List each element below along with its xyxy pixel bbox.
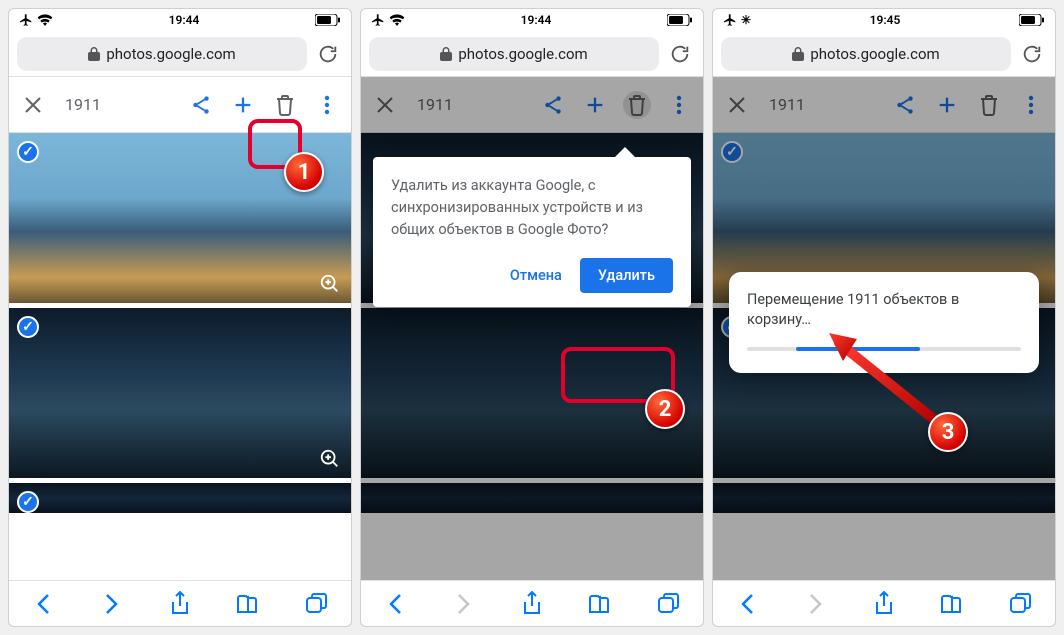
lock-icon: [792, 47, 804, 61]
photo-item[interactable]: ✓: [9, 308, 351, 483]
close-selection-button[interactable]: [19, 91, 47, 119]
forward-button: [801, 589, 831, 619]
lock-icon: [440, 47, 452, 61]
progress-dialog: Перемещение 1911 объектов в корзину…: [729, 272, 1039, 373]
cancel-button[interactable]: Отмена: [510, 267, 562, 284]
url-text: photos.google.com: [106, 45, 235, 63]
airplane-icon: [19, 13, 33, 27]
url-field[interactable]: photos.google.com: [17, 37, 307, 71]
reload-button[interactable]: [313, 39, 343, 69]
dim-overlay: [361, 77, 703, 580]
safari-bottom-bar: [9, 580, 351, 626]
reload-button[interactable]: [1017, 39, 1047, 69]
share-button[interactable]: [517, 589, 547, 619]
loading-icon: ✳︎: [741, 13, 751, 27]
photo-grid[interactable]: ✓ ✓ ✓: [9, 133, 351, 580]
wifi-icon: [37, 14, 53, 26]
url-field[interactable]: photos.google.com: [721, 37, 1011, 71]
bookmarks-button[interactable]: [233, 589, 263, 619]
photo-item[interactable]: ✓: [9, 483, 351, 518]
status-bar: 19:44: [361, 9, 703, 31]
reload-button[interactable]: [665, 39, 695, 69]
url-field[interactable]: photos.google.com: [369, 37, 659, 71]
safari-bottom-bar: [361, 580, 703, 626]
photo-item[interactable]: ✓: [9, 133, 351, 308]
screen-3: ✳︎ 19:45 photos.google.com 1911: [712, 8, 1056, 627]
bookmarks-button[interactable]: [585, 589, 615, 619]
share-button[interactable]: [165, 589, 195, 619]
address-bar: photos.google.com: [9, 31, 351, 77]
status-bar: ✳︎ 19:45: [713, 9, 1055, 31]
status-time: 19:44: [169, 13, 200, 27]
check-icon[interactable]: ✓: [17, 316, 39, 338]
status-time: 19:45: [870, 13, 901, 27]
address-bar: photos.google.com: [361, 31, 703, 77]
progress-message: Перемещение 1911 объектов в корзину…: [747, 290, 1021, 331]
confirm-delete-button[interactable]: Удалить: [580, 258, 673, 293]
popover-message: Удалить из аккаунта Google, с синхронизи…: [391, 175, 673, 240]
address-bar: photos.google.com: [713, 31, 1055, 77]
battery-icon: [315, 14, 341, 26]
selection-toolbar: 1911: [9, 77, 351, 133]
battery-icon: [667, 14, 693, 26]
delete-popover: Удалить из аккаунта Google, с синхронизи…: [373, 157, 691, 307]
battery-icon: [1019, 14, 1045, 26]
share-button[interactable]: [869, 589, 899, 619]
check-icon[interactable]: ✓: [17, 141, 39, 163]
selection-count: 1911: [65, 95, 101, 114]
forward-button: [449, 589, 479, 619]
share-icon[interactable]: [187, 91, 215, 119]
back-button[interactable]: [380, 589, 410, 619]
screen-2: 19:44 photos.google.com 1911: [360, 8, 704, 627]
forward-button[interactable]: [97, 589, 127, 619]
zoom-icon[interactable]: [319, 448, 341, 470]
tabs-button[interactable]: [654, 589, 684, 619]
airplane-icon: [723, 13, 737, 27]
airplane-icon: [371, 13, 385, 27]
tabs-button[interactable]: [1006, 589, 1036, 619]
tabs-button[interactable]: [302, 589, 332, 619]
check-icon[interactable]: ✓: [17, 491, 39, 513]
url-text: photos.google.com: [458, 45, 587, 63]
zoom-icon[interactable]: [319, 273, 341, 295]
bookmarks-button[interactable]: [937, 589, 967, 619]
more-icon[interactable]: [313, 91, 341, 119]
lock-icon: [88, 47, 100, 61]
progress-bar: [747, 347, 1021, 351]
wifi-icon: [389, 14, 405, 26]
add-icon[interactable]: [229, 91, 257, 119]
back-button[interactable]: [28, 589, 58, 619]
safari-bottom-bar: [713, 580, 1055, 626]
trash-icon[interactable]: [271, 91, 299, 119]
back-button[interactable]: [732, 589, 762, 619]
screen-1: 19:44 photos.google.com 1911: [8, 8, 352, 627]
url-text: photos.google.com: [810, 45, 939, 63]
status-bar: 19:44: [9, 9, 351, 31]
status-time: 19:44: [521, 13, 552, 27]
